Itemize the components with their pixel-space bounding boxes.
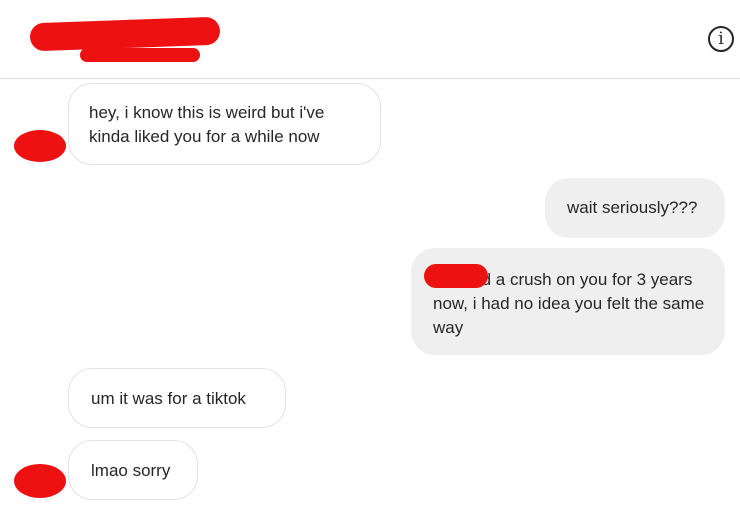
redacted-subtitle (80, 48, 200, 62)
redacted-username (29, 16, 221, 52)
redacted-mention (424, 264, 488, 288)
conversation-header: i (0, 0, 740, 79)
message-text: hey, i know this is weird but i've kinda… (89, 103, 325, 146)
info-icon[interactable]: i (708, 26, 734, 52)
sender-avatar (14, 464, 66, 498)
sender-avatar (14, 130, 66, 162)
message-bubble-incoming: um it was for a tiktok (68, 368, 286, 428)
message-text: lmao sorry (91, 461, 171, 480)
message-text: wait seriously??? (567, 198, 698, 217)
dm-conversation-screen: i hey, i know this is weird but i've kin… (0, 0, 740, 512)
message-bubble-incoming: lmao sorry (68, 440, 198, 500)
message-bubble-outgoing: wait seriously??? (545, 178, 725, 238)
message-bubble-incoming: hey, i know this is weird but i've kinda… (68, 83, 381, 165)
message-text: um it was for a tiktok (91, 389, 246, 408)
